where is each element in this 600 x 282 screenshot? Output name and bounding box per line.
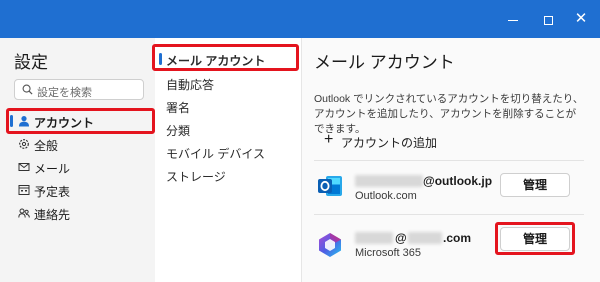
mail-accounts-highlight: [152, 44, 299, 71]
subnav-item-signature[interactable]: 署名: [166, 99, 190, 116]
page-title: メール アカウント: [314, 53, 455, 72]
account-email: @: [395, 231, 407, 245]
subnav-item-storage[interactable]: ストレージ: [166, 168, 226, 185]
add-account-label: アカウントの追加: [341, 136, 438, 150]
sidebar-item-label: 連絡先: [34, 208, 71, 222]
sidebar-item-contacts[interactable]: 連絡先: [10, 202, 150, 224]
account-provider: Outlook.com: [355, 190, 417, 202]
redacted-domain: [408, 232, 442, 244]
sidebar-item-calendar[interactable]: 予定表: [10, 179, 150, 201]
account-provider: Microsoft 365: [355, 247, 422, 259]
sidebar-item-mail[interactable]: メール: [10, 156, 150, 178]
plus-icon: +: [324, 131, 334, 148]
mail-icon: [18, 163, 30, 171]
redacted-email: [355, 175, 423, 187]
account-highlight: [6, 108, 155, 134]
people-icon: [18, 208, 30, 218]
account-email: @outlook.jp: [423, 174, 493, 188]
subnav-item-auto-reply[interactable]: 自動応答: [166, 76, 214, 93]
microsoft365-icon: [319, 233, 341, 257]
calendar-icon: [18, 185, 30, 195]
subnav-item-categories[interactable]: 分類: [166, 122, 190, 139]
manage-highlight: [495, 222, 575, 255]
minimize-icon[interactable]: [503, 9, 523, 29]
search-icon: [22, 84, 33, 95]
sidebar-item-label: 全般: [34, 139, 59, 153]
divider: [314, 160, 584, 161]
sidebar-item-label: 予定表: [34, 185, 71, 199]
outlook-icon: [318, 176, 342, 196]
gear-icon: [19, 139, 29, 149]
account-email-domain: .com: [443, 231, 472, 245]
search-placeholder: 設定を検索: [37, 87, 92, 99]
sidebar-item-label: メール: [34, 162, 71, 176]
sidebar-item-general[interactable]: 全般: [10, 133, 150, 155]
maximize-icon[interactable]: [538, 9, 558, 29]
redacted-email: [355, 232, 393, 244]
divider: [314, 214, 584, 215]
settings-search-input[interactable]: 設定を検索: [14, 79, 144, 100]
subnav-item-mobile-devices[interactable]: モバイル デバイス: [166, 145, 265, 162]
close-icon[interactable]: ✕: [571, 9, 591, 29]
settings-title: 設定: [14, 53, 48, 72]
manage-button[interactable]: 管理: [500, 173, 570, 197]
page-description: Outlook でリンクされているアカウントを切り替えたり、アカウントを追加した…: [314, 93, 584, 135]
